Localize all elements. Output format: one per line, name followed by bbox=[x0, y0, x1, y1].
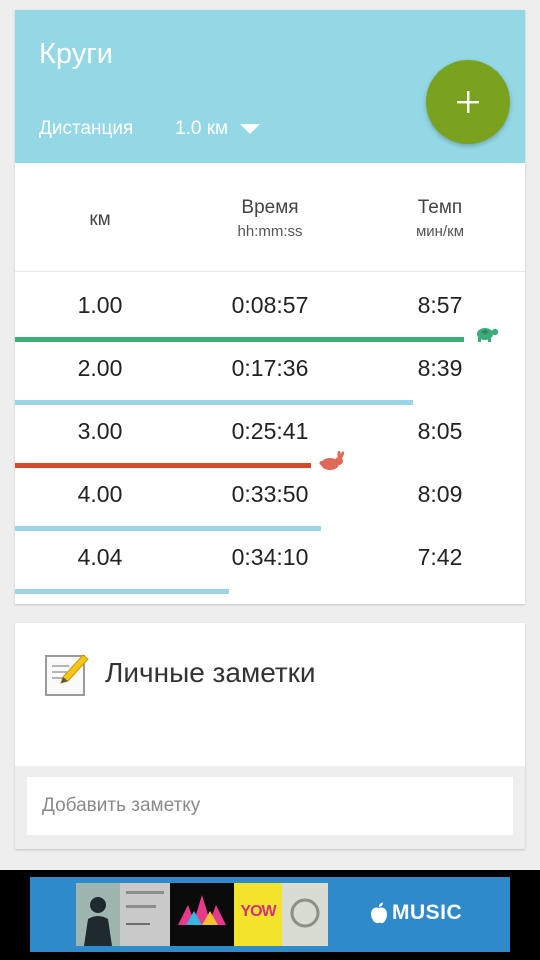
lap-pace: 8:57 bbox=[417, 292, 463, 318]
lap-km: 4.00 bbox=[77, 481, 123, 507]
column-time-unit: hh:mm:ss bbox=[237, 223, 303, 240]
column-time-label: Время bbox=[241, 197, 299, 218]
lap-pace: 8:05 bbox=[417, 418, 463, 444]
laps-title: Круги bbox=[39, 38, 113, 70]
lap-km: 1.00 bbox=[77, 292, 123, 318]
lap-time: 0:17:36 bbox=[231, 355, 309, 381]
column-header-km: км bbox=[15, 207, 185, 233]
lap-progress-bar bbox=[15, 400, 413, 405]
add-note-input[interactable] bbox=[27, 777, 513, 835]
plus-icon bbox=[457, 91, 479, 113]
laps-header: Круги Дистанция 1.0 км bbox=[15, 10, 525, 163]
album-cover-image bbox=[282, 883, 328, 946]
lap-km: 4.04 bbox=[77, 544, 123, 570]
lap-time: 0:34:10 bbox=[231, 544, 309, 570]
column-km-label: км bbox=[89, 209, 111, 230]
notes-card: Личные заметки bbox=[15, 623, 525, 849]
turtle-icon bbox=[477, 328, 499, 342]
lap-time: 0:08:57 bbox=[231, 292, 309, 318]
note-pencil-icon bbox=[45, 654, 89, 696]
lap-progress-bar bbox=[15, 463, 311, 468]
chevron-down-icon bbox=[240, 124, 261, 134]
rabbit-icon bbox=[319, 451, 345, 470]
lap-row: 1.00 0:08:57 8:57 bbox=[15, 282, 525, 345]
distance-value: 1.0 км bbox=[175, 118, 229, 139]
ad-strip: YOW MUSIC bbox=[0, 870, 540, 960]
column-pace-unit: мин/км bbox=[415, 223, 465, 240]
lap-progress-bar bbox=[15, 589, 229, 594]
notes-title: Личные заметки bbox=[105, 657, 316, 688]
laps-card: Круги Дистанция 1.0 км км Время hh:mm:ss… bbox=[15, 10, 525, 604]
lap-progress-bar bbox=[15, 526, 321, 531]
column-header-pace: Темп мин/км bbox=[355, 195, 525, 243]
lap-km: 2.00 bbox=[77, 355, 123, 381]
lap-time: 0:33:50 bbox=[231, 481, 309, 507]
notes-input-area bbox=[15, 766, 525, 849]
lap-pace: 8:09 bbox=[417, 481, 463, 507]
distance-label: Дистанция bbox=[39, 118, 134, 139]
lap-row: 3.00 0:25:41 8:05 bbox=[15, 408, 525, 471]
header-divider bbox=[15, 271, 525, 272]
column-pace-label: Темп bbox=[417, 197, 463, 218]
album-cover-image bbox=[76, 883, 120, 946]
add-lap-button[interactable] bbox=[426, 60, 510, 144]
lap-row: 2.00 0:17:36 8:39 bbox=[15, 345, 525, 408]
lap-progress-bar bbox=[15, 337, 464, 342]
ad-brand: MUSIC bbox=[370, 901, 462, 925]
lap-km: 3.00 bbox=[77, 418, 123, 444]
album-cover-text: YOW bbox=[240, 903, 276, 920]
album-cover-image bbox=[120, 883, 170, 946]
screen: Круги Дистанция 1.0 км км Время hh:mm:ss… bbox=[0, 0, 540, 960]
column-header-time: Время hh:mm:ss bbox=[185, 195, 355, 243]
ad-banner[interactable]: YOW MUSIC bbox=[30, 877, 510, 952]
apple-icon bbox=[371, 902, 387, 924]
lap-pace: 7:42 bbox=[417, 544, 463, 570]
album-cover-image: YOW bbox=[234, 883, 282, 946]
album-cover-image bbox=[170, 883, 234, 946]
lap-row: 4.00 0:33:50 8:09 bbox=[15, 471, 525, 534]
ad-brand-text: MUSIC bbox=[392, 901, 463, 924]
distance-dropdown[interactable]: 1.0 км bbox=[175, 114, 261, 144]
lap-pace: 8:39 bbox=[417, 355, 463, 381]
lap-time: 0:25:41 bbox=[231, 418, 309, 444]
lap-row: 4.04 0:34:10 7:42 bbox=[15, 534, 525, 597]
